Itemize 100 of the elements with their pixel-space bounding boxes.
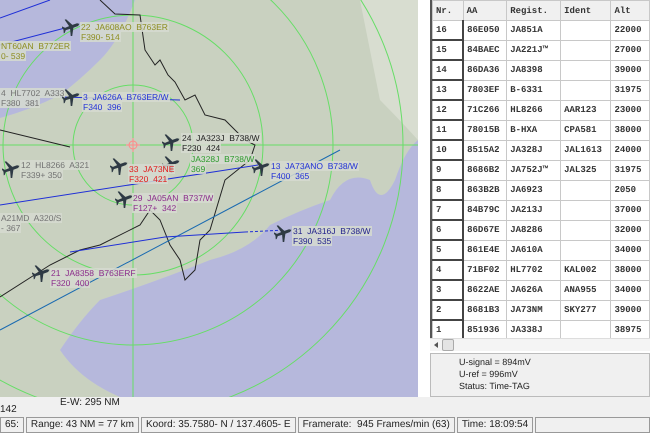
table-cell: JA328J xyxy=(506,140,561,160)
table-cell: JA851A xyxy=(506,20,561,40)
table-cell: 8622AE xyxy=(463,280,507,300)
airplane-icon[interactable] xyxy=(110,157,128,175)
flight-level-speed: 369 xyxy=(190,164,206,174)
table-cell: 32000 xyxy=(610,220,650,240)
table-cell: ANA955 xyxy=(560,280,611,300)
flight-level-speed: F127+ 342 xyxy=(132,203,178,213)
table-cell: 84B79C xyxy=(463,200,507,220)
table-cell: B-6331 xyxy=(506,80,561,100)
table-cell: 39000 xyxy=(610,60,650,80)
flight-level-speed: F400 365 xyxy=(270,171,310,181)
aircraft-label: JA328J B738/W xyxy=(190,154,256,164)
aircraft-label: 3 JA626A B763ER/W xyxy=(82,92,170,102)
flight-level-speed: F320 421 xyxy=(128,174,168,184)
column-header[interactable]: AA xyxy=(463,0,507,20)
row-number: 6 xyxy=(432,220,464,240)
table-cell: JA8398 xyxy=(506,60,561,80)
aircraft-label: 29 JA05AN B737/W xyxy=(132,193,214,203)
row-number: 12 xyxy=(432,100,464,120)
table-cell: 8686B2 xyxy=(463,160,507,180)
status-bar-field: Koord: 35.7580- N / 137.4605- E xyxy=(141,417,296,433)
status-text: U-ref = 996mV xyxy=(459,368,518,380)
table-cell: 24000 xyxy=(610,140,650,160)
table-cell: 31975 xyxy=(610,80,650,100)
table-cell: 8515A2 xyxy=(463,140,507,160)
airplane-icon[interactable] xyxy=(2,160,20,178)
aircraft-label: 12 HL8266 A321 xyxy=(20,160,90,170)
table-cell: JA752J™ xyxy=(506,160,561,180)
row-number: 15 xyxy=(432,40,464,60)
scrollbar-thumb[interactable] xyxy=(442,339,454,351)
scale-value: 142 xyxy=(0,404,17,415)
airplane-icon[interactable] xyxy=(115,190,133,208)
table-cell: 34000 xyxy=(610,280,650,300)
table-cell: CPA581 xyxy=(560,120,611,140)
table-cell: 34000 xyxy=(610,240,650,260)
column-header[interactable]: Ident xyxy=(560,0,611,20)
table-cell: 31975 xyxy=(610,160,650,180)
table-cell: 84BAEC xyxy=(463,40,507,60)
horizontal-scrollbar[interactable] xyxy=(430,338,650,351)
flight-level-speed: 0- 539 xyxy=(0,51,26,61)
status-bar-field: Range: 43 NM = 77 km xyxy=(26,417,140,433)
aircraft-label: NT60AN B772ER xyxy=(0,41,71,51)
table-cell: SKY277 xyxy=(560,300,611,320)
airplane-icon[interactable] xyxy=(32,264,50,282)
row-number: 11 xyxy=(432,120,464,140)
table-cell: 78015B xyxy=(463,120,507,140)
table-cell: JA73NM xyxy=(506,300,561,320)
row-number: 4 xyxy=(432,260,464,280)
row-number: 16 xyxy=(432,20,464,40)
flight-level-speed: - 367 xyxy=(0,223,22,233)
row-number: 7 xyxy=(432,200,464,220)
row-number: 9 xyxy=(432,160,464,180)
aircraft-label: 33 JA73NE xyxy=(128,164,176,174)
table-cell: 2050 xyxy=(610,180,650,200)
flight-level-speed: F230 424 xyxy=(181,143,222,153)
table-cell: 22000 xyxy=(610,20,650,40)
table-cell: 863B2B xyxy=(463,180,507,200)
airplane-icon[interactable] xyxy=(162,133,180,151)
table-cell: 86D67E xyxy=(463,220,507,240)
column-header[interactable]: Alt xyxy=(610,0,650,20)
table-cell: JA221J™ xyxy=(506,40,561,60)
flight-level-speed: F340 396 xyxy=(82,102,122,112)
table-cell: JA6923 xyxy=(506,180,561,200)
table-cell: JA8286 xyxy=(506,220,561,240)
flight-level-speed: F390 535 xyxy=(292,236,332,246)
column-header[interactable]: Regist. xyxy=(506,0,561,20)
flight-level-speed: F320 400 xyxy=(50,278,90,288)
left-arrow-icon[interactable] xyxy=(434,342,439,348)
table-cell: 71C266 xyxy=(463,100,507,120)
row-number: 5 xyxy=(432,240,464,260)
table-cell: KAL002 xyxy=(560,260,611,280)
aircraft-label: 22 JA608AO B763ER xyxy=(80,22,169,32)
flight-level-speed: F339+ 350 xyxy=(20,170,63,180)
table-cell: HL7702 xyxy=(506,260,561,280)
table-cell: 8681B3 xyxy=(463,300,507,320)
airplane-icon[interactable] xyxy=(62,88,80,106)
status-text: Status: Time-TAG xyxy=(459,380,530,392)
table-cell: 86DA36 xyxy=(463,60,507,80)
aircraft-label: 4 HL7702 A333 xyxy=(0,88,66,98)
row-number: 10 xyxy=(432,140,464,160)
row-number: 13 xyxy=(432,80,464,100)
aircraft-label: 24 JA323J B738/W xyxy=(181,133,260,143)
table-cell: 86E050 xyxy=(463,20,507,40)
aircraft-label: 31 JA316J B738/W xyxy=(292,226,372,236)
table-cell: 39000 xyxy=(610,300,650,320)
crosshair-icon xyxy=(126,138,140,152)
table-cell: JAL1613 xyxy=(560,140,611,160)
column-header[interactable]: Nr. xyxy=(432,0,464,20)
table-cell: B-HXA xyxy=(506,120,561,140)
airplane-icon[interactable] xyxy=(62,18,80,36)
airplane-icon[interactable] xyxy=(274,224,292,242)
table-cell: AAR123 xyxy=(560,100,611,120)
table-cell: 37000 xyxy=(610,200,650,220)
row-number: 8 xyxy=(432,180,464,200)
table-cell: JAL325 xyxy=(560,160,611,180)
table-cell: 23000 xyxy=(610,100,650,120)
table-cell: 27000 xyxy=(610,40,650,60)
flight-level-speed: F390- 514 xyxy=(80,32,121,42)
aircraft-label: 13 JA73ANO B738/W xyxy=(270,161,359,171)
